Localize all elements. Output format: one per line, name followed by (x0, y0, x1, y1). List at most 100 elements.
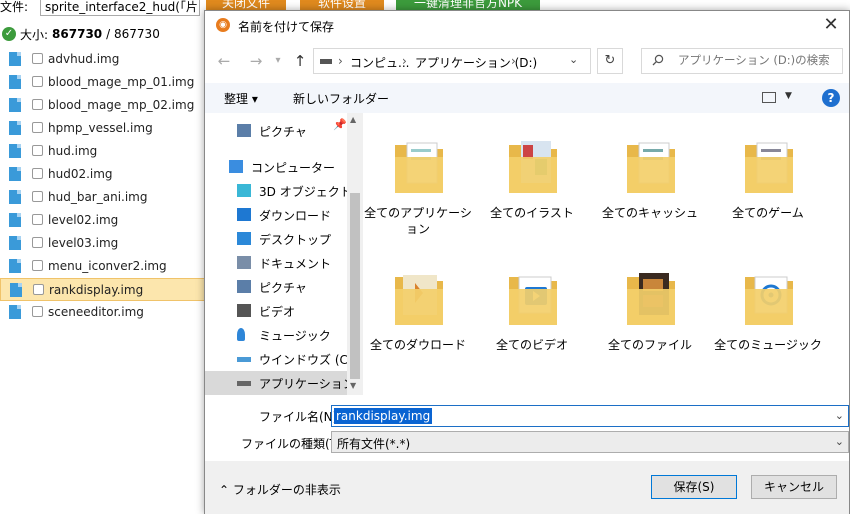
folder-item[interactable]: 全てのキャッシュ (595, 119, 705, 247)
save-button[interactable]: 保存(S) (651, 475, 737, 499)
bg-file-checkbox[interactable] (32, 53, 43, 64)
filename-field[interactable]: rankdisplay.img ⌄ (331, 405, 849, 427)
view-options-icon[interactable] (762, 92, 776, 103)
bg-file-row[interactable]: level03.img (0, 232, 205, 255)
bg-file-checkbox[interactable] (32, 214, 43, 225)
bg-file-checkbox[interactable] (32, 99, 43, 110)
bg-file-checkbox[interactable] (32, 306, 43, 317)
chevron-down-icon[interactable]: ⌄ (835, 409, 844, 422)
folder-view: 全てのアプリケーション 全てのイラスト 全てのキャッシュ 全てのゲーム全てのダウロード… (363, 113, 850, 395)
nav-item[interactable]: ドキュメント (205, 251, 347, 275)
back-arrow-icon[interactable]: ← (213, 51, 235, 71)
folder-icon (627, 142, 675, 193)
bg-file-input[interactable]: sprite_interface2_hud(「片 (40, 0, 200, 16)
nav-item[interactable]: ピクチャ (205, 275, 347, 299)
bg-file-checkbox[interactable] (32, 145, 43, 156)
search-input[interactable] (678, 53, 838, 67)
nav-item[interactable]: ダウンロード (205, 203, 347, 227)
breadcrumb-separator[interactable]: › (511, 54, 516, 68)
bg-file-row[interactable]: hud02.img (0, 163, 205, 186)
scroll-up-icon[interactable]: ▲ (350, 115, 356, 124)
bg-file-name: blood_mage_mp_01.img (48, 75, 195, 89)
nav-item[interactable]: アプリケーション (D: (205, 371, 363, 395)
scrollbar-thumb[interactable] (350, 193, 360, 379)
check-circle-icon: ✓ (2, 27, 16, 41)
bg-size-value: 867730 (52, 27, 103, 41)
nav-item-label: ピクチャ (259, 125, 307, 139)
nav-item[interactable]: ビデオ (205, 299, 347, 323)
folder-item[interactable]: 全てのイラスト (477, 119, 587, 247)
new-folder-button[interactable]: 新しいフォルダー (293, 90, 389, 107)
filetype-select[interactable]: 所有文件(*.*) ⌄ (331, 431, 849, 453)
music-icon (237, 328, 245, 341)
bg-file-checkbox[interactable] (32, 237, 43, 248)
file-icon (9, 213, 21, 227)
nav-item[interactable]: デスクトップ (205, 227, 347, 251)
folder-item[interactable]: 全てのアプリケーション (363, 119, 473, 247)
nav-item[interactable]: ピクチャ (205, 119, 347, 143)
chevron-down-icon[interactable]: ⌄ (569, 53, 578, 66)
bg-file-name: menu_iconver2.img (48, 259, 167, 273)
dialog-titlebar: ◉ 名前を付けて保存 ✕ (205, 11, 849, 41)
pin-icon[interactable]: 📌 (333, 118, 347, 131)
file-icon (9, 98, 21, 112)
nav-item-label: ビデオ (259, 305, 296, 319)
breadcrumb-separator[interactable]: › (338, 54, 343, 68)
folder-icon (395, 275, 443, 325)
bg-file-checkbox[interactable] (32, 76, 43, 87)
bg-file-name: hpmp_vessel.img (48, 121, 153, 135)
bg-file-row[interactable]: blood_mage_mp_01.img (0, 71, 205, 94)
nav-scrollbar[interactable]: ▲ ▼ (347, 113, 363, 395)
folder-item[interactable]: 全てのミュージック (713, 251, 823, 379)
help-button[interactable]: ? (822, 89, 840, 107)
navigation-pane: ピクチャ コンピューター 3D オブジェクト ダウンロード デスクトップ ドキュメント ピク… (205, 113, 363, 395)
close-button[interactable]: ✕ (813, 11, 849, 41)
view-dropdown-icon[interactable]: ▼ (785, 91, 792, 101)
chevron-down-icon[interactable]: ⌄ (835, 435, 844, 448)
bg-file-row[interactable]: sceneeditor.img (0, 301, 205, 324)
address-bar[interactable]: › コンピュ... › アプリケーション (D:) › ⌄ (313, 48, 591, 74)
bg-file-row[interactable]: rankdisplay.img (0, 278, 205, 301)
bg-file-row[interactable]: blood_mage_mp_02.img (0, 94, 205, 117)
folder-icon (509, 141, 557, 193)
nav-item[interactable]: ウインドウズ (C:) (205, 347, 357, 371)
recent-dropdown-icon[interactable]: ▾ (267, 51, 289, 71)
bg-file-row[interactable]: hpmp_vessel.img (0, 117, 205, 140)
breadcrumb-separator[interactable]: › (402, 54, 407, 68)
nav-item[interactable]: コンピューター (205, 155, 347, 179)
folder-item[interactable]: 全てのビデオ (477, 251, 587, 379)
bg-file-row[interactable]: level02.img (0, 209, 205, 232)
refresh-icon[interactable]: ↻ (597, 48, 623, 74)
bg-file-checkbox[interactable] (33, 284, 44, 295)
hide-folders-toggle[interactable]: ⌃ フォルダーの非表示 (219, 481, 341, 498)
nav-item-label: ドキュメント (259, 257, 332, 271)
file-icon (9, 190, 21, 204)
filename-value[interactable]: rankdisplay.img (334, 408, 433, 424)
folder-item[interactable]: 全てのダウロード (363, 251, 473, 379)
nav-item[interactable]: 3D オブジェクト (205, 179, 352, 203)
bg-file-checkbox[interactable] (32, 168, 43, 179)
breadcrumb-drive-d[interactable]: アプリケーション (D:) (415, 54, 537, 71)
bg-file-row[interactable]: hud.img (0, 140, 205, 163)
folder-item[interactable]: 全てのゲーム (713, 119, 823, 247)
bg-file-row[interactable]: menu_iconver2.img (0, 255, 205, 278)
breadcrumb-computer[interactable]: コンピュ... (350, 54, 409, 71)
cancel-button[interactable]: キャンセル (751, 475, 837, 499)
3d-objects-icon (237, 184, 251, 197)
bg-file-checkbox[interactable] (32, 122, 43, 133)
folder-label: 全てのイラスト (490, 206, 574, 220)
up-arrow-icon[interactable]: ↑ (289, 51, 311, 71)
nav-item-label: コンピューター (251, 161, 336, 175)
bg-file-name: hud02.img (48, 167, 113, 181)
bg-file-checkbox[interactable] (32, 191, 43, 202)
nav-item[interactable]: ミュージック (205, 323, 347, 347)
forward-arrow-icon[interactable]: → (245, 51, 267, 71)
nav-item-label: 3D オブジェクト (259, 185, 352, 199)
search-box[interactable] (641, 48, 843, 74)
bg-file-checkbox[interactable] (32, 260, 43, 271)
folder-item[interactable]: 全てのファイル (595, 251, 705, 379)
organize-button[interactable]: 整理 ▾ (224, 90, 258, 107)
scroll-down-icon[interactable]: ▼ (350, 381, 356, 390)
bg-file-row[interactable]: hud_bar_ani.img (0, 186, 205, 209)
bg-file-row[interactable]: advhud.img (0, 48, 205, 71)
